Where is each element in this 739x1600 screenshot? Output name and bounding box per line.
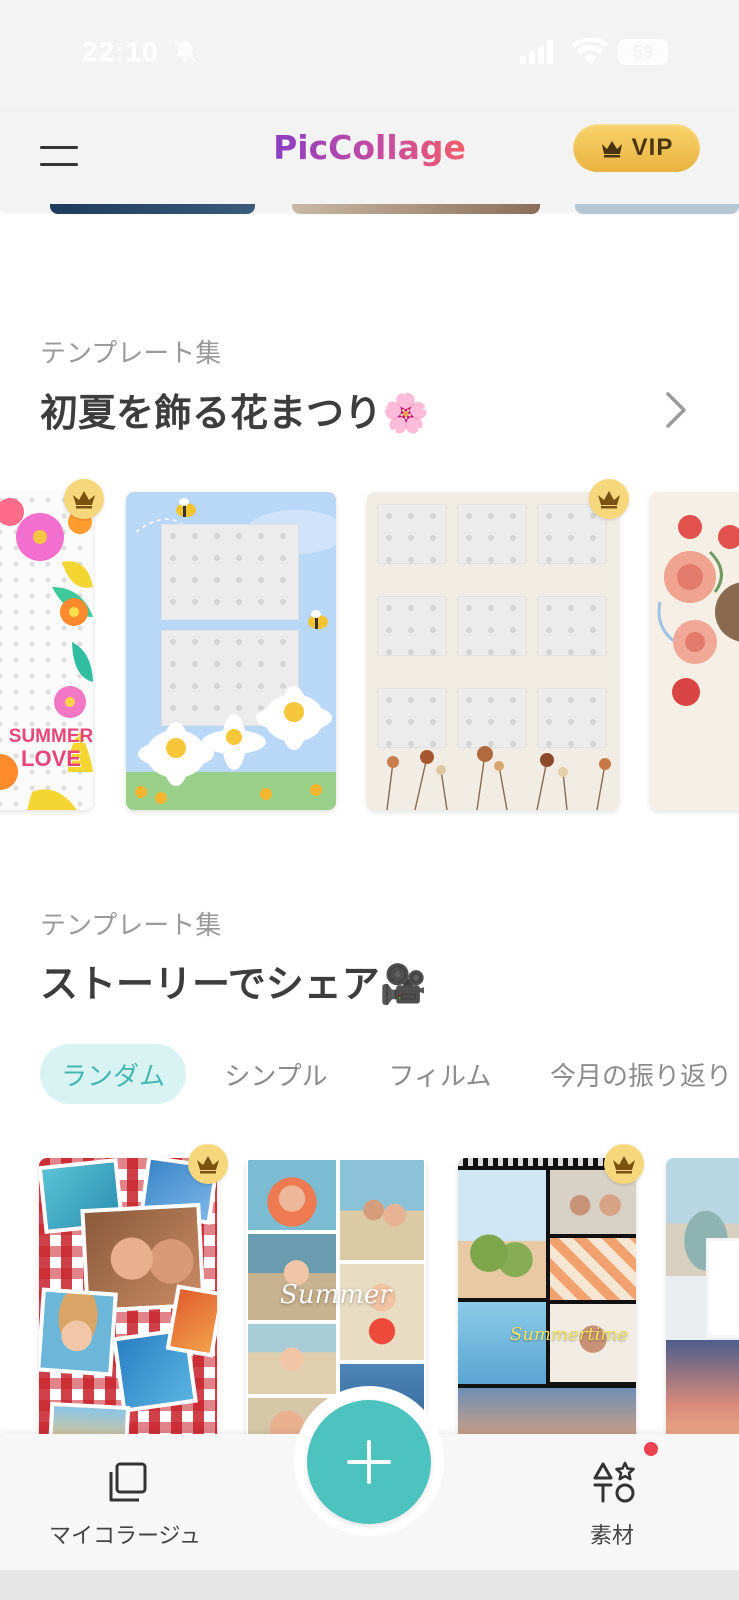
photo-placeholder	[377, 504, 447, 564]
rose-decoration	[657, 515, 739, 706]
materials-shapes-icon	[593, 1461, 635, 1503]
photo-white	[706, 1238, 739, 1338]
story-card-van-sunset[interactable]	[666, 1158, 739, 1448]
photo-baby-float	[248, 1160, 336, 1230]
chip-random[interactable]: ランダム	[40, 1044, 186, 1104]
premium-crown-icon	[188, 1144, 228, 1184]
photo-placeholder	[161, 524, 299, 620]
battery-indicator: 59	[618, 39, 668, 65]
nav-materials-label: 素材	[589, 1524, 634, 1549]
summer-text: SUMMER	[8, 726, 93, 747]
photo-sushi	[550, 1238, 636, 1300]
daisy-decoration	[126, 686, 336, 810]
app-header: PicCollage VIP	[0, 110, 739, 210]
photo-placeholder	[537, 688, 607, 748]
section-title: ストーリーでシェア🎥	[40, 962, 428, 1006]
plus-icon	[347, 1440, 391, 1484]
photo-coconut	[458, 1170, 546, 1298]
collage-stack-icon	[109, 1462, 147, 1502]
template-card-bee-daisy[interactable]	[126, 492, 336, 810]
status-time: 22:10	[82, 36, 159, 67]
bell-muted-icon	[173, 39, 197, 63]
summer-script: Summer	[280, 1280, 392, 1310]
nav-my-collage-label: マイコラージュ	[48, 1524, 202, 1549]
photo-baby-ball-2	[340, 1264, 424, 1360]
photo-family	[340, 1160, 424, 1260]
section-subtitle: テンプレート集	[40, 911, 222, 941]
story-card-picnic[interactable]	[39, 1158, 217, 1448]
section-title: 初夏を飾る花まつり🌸	[40, 391, 430, 435]
template-card-rose-bouquet[interactable]	[650, 492, 739, 810]
chevron-right-icon[interactable]	[660, 388, 690, 432]
photo-baby-ball	[248, 1324, 336, 1394]
photo-sunset-2	[666, 1340, 739, 1448]
chip-monthly-review[interactable]: 今月の振り返り	[536, 1044, 739, 1104]
status-bar: 22:10 59	[0, 0, 739, 110]
photo-placeholder	[457, 596, 527, 656]
love-text: LOVE	[21, 746, 81, 771]
previous-row-edge	[575, 204, 739, 214]
summer-love-text: SUMMER LOVE	[6, 726, 93, 770]
photo-placeholder	[377, 688, 447, 748]
crown-icon	[601, 141, 622, 158]
photo-placeholder	[377, 596, 447, 656]
summertime-script: Summertime	[510, 1324, 629, 1345]
photo-placeholder	[457, 504, 527, 564]
photo-placeholder	[457, 688, 527, 748]
previous-row-edge	[50, 204, 255, 214]
chip-film[interactable]: フィルム	[372, 1044, 508, 1104]
nav-materials[interactable]: 素材	[512, 1434, 712, 1570]
cellular-signal-icon	[520, 40, 553, 64]
premium-crown-icon	[64, 479, 104, 519]
story-card-film-strip[interactable]: Summertime	[458, 1158, 636, 1448]
template-card-summer-love[interactable]: SUMMER LOVE	[0, 492, 93, 810]
premium-crown-icon	[589, 479, 629, 519]
section-subtitle: テンプレート集	[40, 339, 222, 369]
vip-label: VIP	[631, 134, 674, 161]
home-indicator-area	[0, 1570, 739, 1600]
vip-button[interactable]: VIP	[573, 124, 700, 172]
previous-row-edge	[292, 204, 540, 214]
wifi-icon	[572, 38, 608, 64]
dried-flowers-decoration	[386, 746, 611, 810]
nav-my-collage[interactable]: マイコラージュ	[25, 1434, 225, 1570]
notification-dot	[644, 1442, 658, 1456]
battery-level: 59	[632, 42, 654, 62]
photo-placeholder	[537, 596, 607, 656]
chip-simple[interactable]: シンプル	[208, 1044, 344, 1104]
template-card-dried-flowers[interactable]	[367, 492, 619, 810]
photo-girl-hat	[39, 1287, 118, 1377]
premium-crown-icon	[604, 1144, 644, 1184]
create-collage-button[interactable]	[307, 1400, 431, 1524]
